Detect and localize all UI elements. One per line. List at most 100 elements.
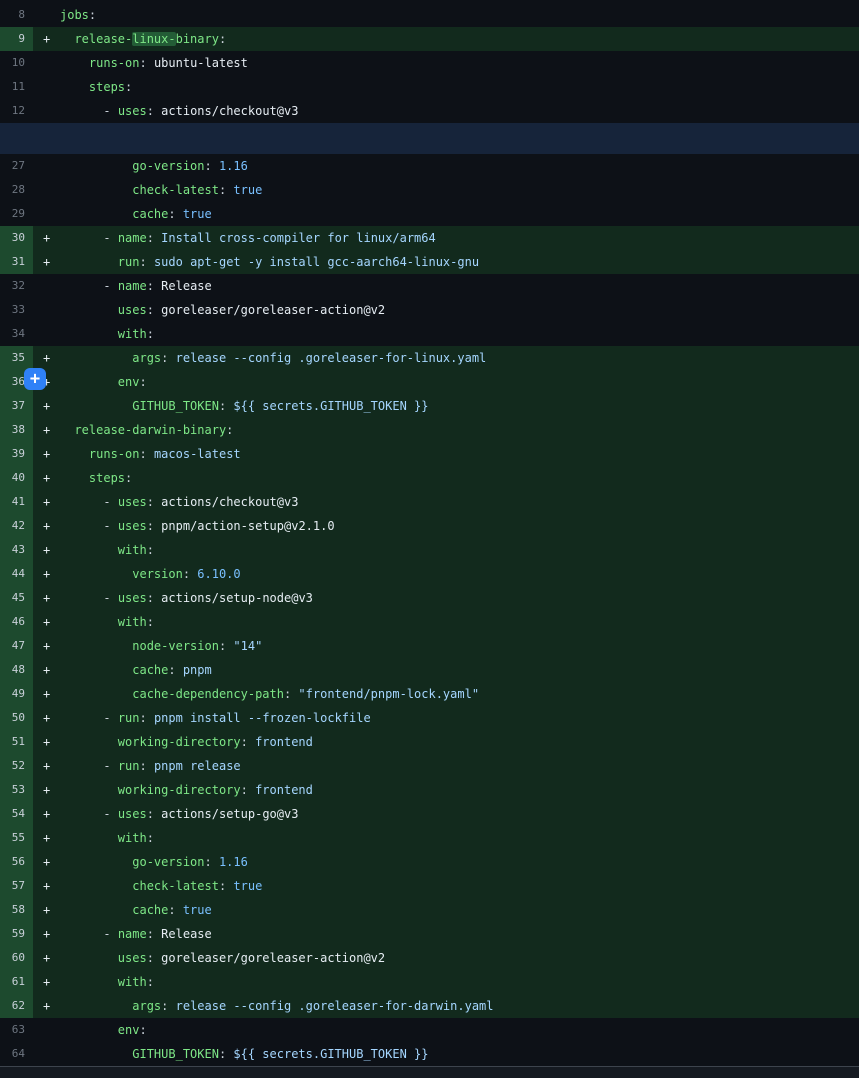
line-number[interactable]: 55: [0, 826, 33, 850]
line-number[interactable]: 40: [0, 466, 33, 490]
line-number[interactable]: 61: [0, 970, 33, 994]
line-number[interactable]: 27: [0, 154, 33, 178]
line-number[interactable]: 62: [0, 994, 33, 1018]
diff-line-9: 9+ release-linux-binary:: [0, 27, 859, 51]
code-token: :: [147, 927, 154, 941]
code-token: args: [132, 351, 161, 365]
line-number[interactable]: 8: [0, 3, 33, 27]
line-number[interactable]: 50: [0, 706, 33, 730]
hunk-expander[interactable]: [0, 123, 859, 154]
line-number[interactable]: 30: [0, 226, 33, 250]
line-number[interactable]: 63: [0, 1018, 33, 1042]
diff-line-62: 62+ args: release --config .goreleaser-f…: [0, 994, 859, 1018]
code-token: uses: [118, 951, 147, 965]
code-token: node-version: [132, 639, 219, 653]
code-token: uses: [118, 104, 147, 118]
code-token: run: [118, 711, 140, 725]
diff-marker: +: [33, 442, 60, 466]
code-token: name: [118, 279, 147, 293]
code-token: :: [147, 327, 154, 341]
line-number[interactable]: 45: [0, 586, 33, 610]
add-comment-button[interactable]: +: [24, 368, 46, 390]
line-number[interactable]: 58: [0, 898, 33, 922]
line-number[interactable]: 59: [0, 922, 33, 946]
diff-marker: +: [33, 994, 60, 1018]
line-number[interactable]: 46: [0, 610, 33, 634]
code-line: cache: pnpm: [60, 658, 859, 682]
line-number[interactable]: 60: [0, 946, 33, 970]
line-number[interactable]: 42: [0, 514, 33, 538]
line-number[interactable]: 43: [0, 538, 33, 562]
diff-bottom-divider: [0, 1066, 859, 1078]
code-token: runs-on: [89, 56, 140, 70]
line-number[interactable]: 10: [0, 51, 33, 75]
code-token: -: [103, 495, 117, 509]
code-token: steps: [89, 80, 125, 94]
line-number[interactable]: 57: [0, 874, 33, 898]
code-line: release-linux-binary:: [60, 27, 859, 51]
code-line: - uses: actions/setup-go@v3: [60, 802, 859, 826]
diff-line-27: 27 go-version: 1.16: [0, 154, 859, 178]
line-number[interactable]: 51: [0, 730, 33, 754]
line-number[interactable]: 12: [0, 99, 33, 123]
diff-marker: +: [33, 346, 60, 370]
code-token: cache: [132, 663, 168, 677]
diff-marker: [33, 51, 60, 75]
line-number[interactable]: 52: [0, 754, 33, 778]
line-number[interactable]: 31: [0, 250, 33, 274]
line-number[interactable]: 54: [0, 802, 33, 826]
diff-line-38: 38+ release-darwin-binary:: [0, 418, 859, 442]
code-line: working-directory: frontend: [60, 778, 859, 802]
line-number[interactable]: 11: [0, 75, 33, 99]
code-line: env:: [60, 1018, 859, 1042]
code-token: go-version: [132, 855, 204, 869]
line-number[interactable]: 64: [0, 1042, 33, 1066]
line-number[interactable]: 32: [0, 274, 33, 298]
line-number[interactable]: 53: [0, 778, 33, 802]
line-number[interactable]: 39: [0, 442, 33, 466]
code-line: - run: pnpm install --frozen-lockfile: [60, 706, 859, 730]
line-number[interactable]: 34: [0, 322, 33, 346]
diff-marker: +: [33, 946, 60, 970]
line-number[interactable]: 9: [0, 27, 33, 51]
line-number[interactable]: 37: [0, 394, 33, 418]
diff-line-43: 43+ with:: [0, 538, 859, 562]
code-token: jobs: [60, 8, 89, 22]
diff-line-53: 53+ working-directory: frontend: [0, 778, 859, 802]
code-token: :: [147, 519, 154, 533]
diff-line-63: 63 env:: [0, 1018, 859, 1042]
line-number[interactable]: 33: [0, 298, 33, 322]
diff-line-58: 58+ cache: true: [0, 898, 859, 922]
code-token: true: [176, 207, 212, 221]
diff-line-37: 37+ GITHUB_TOKEN: ${{ secrets.GITHUB_TOK…: [0, 394, 859, 418]
line-number[interactable]: 48: [0, 658, 33, 682]
diff-marker: +: [33, 610, 60, 634]
code-line: node-version: "14": [60, 634, 859, 658]
code-line: with:: [60, 970, 859, 994]
line-number[interactable]: 35: [0, 346, 33, 370]
line-number[interactable]: 38: [0, 418, 33, 442]
code-token: :: [147, 591, 154, 605]
diff-marker: +: [33, 706, 60, 730]
line-number[interactable]: 56: [0, 850, 33, 874]
code-line: cache: true: [60, 202, 859, 226]
line-number[interactable]: 29: [0, 202, 33, 226]
line-number[interactable]: 41: [0, 490, 33, 514]
code-line: cache-dependency-path: "frontend/pnpm-lo…: [60, 682, 859, 706]
diff-marker: +: [33, 658, 60, 682]
code-token: ${{ secrets.GITHUB_TOKEN }}: [226, 1047, 428, 1061]
code-token: :: [89, 8, 96, 22]
line-number[interactable]: 28: [0, 178, 33, 202]
line-number[interactable]: 49: [0, 682, 33, 706]
code-token: cache: [132, 903, 168, 917]
code-line: go-version: 1.16: [60, 154, 859, 178]
code-line: GITHUB_TOKEN: ${{ secrets.GITHUB_TOKEN }…: [60, 394, 859, 418]
line-number[interactable]: 44: [0, 562, 33, 586]
diff-marker: +: [33, 394, 60, 418]
code-token: pnpm install --frozen-lockfile: [147, 711, 371, 725]
code-line: check-latest: true: [60, 178, 859, 202]
code-line: steps:: [60, 75, 859, 99]
code-token: :: [168, 663, 175, 677]
line-number[interactable]: 47: [0, 634, 33, 658]
code-token: macos-latest: [147, 447, 241, 461]
